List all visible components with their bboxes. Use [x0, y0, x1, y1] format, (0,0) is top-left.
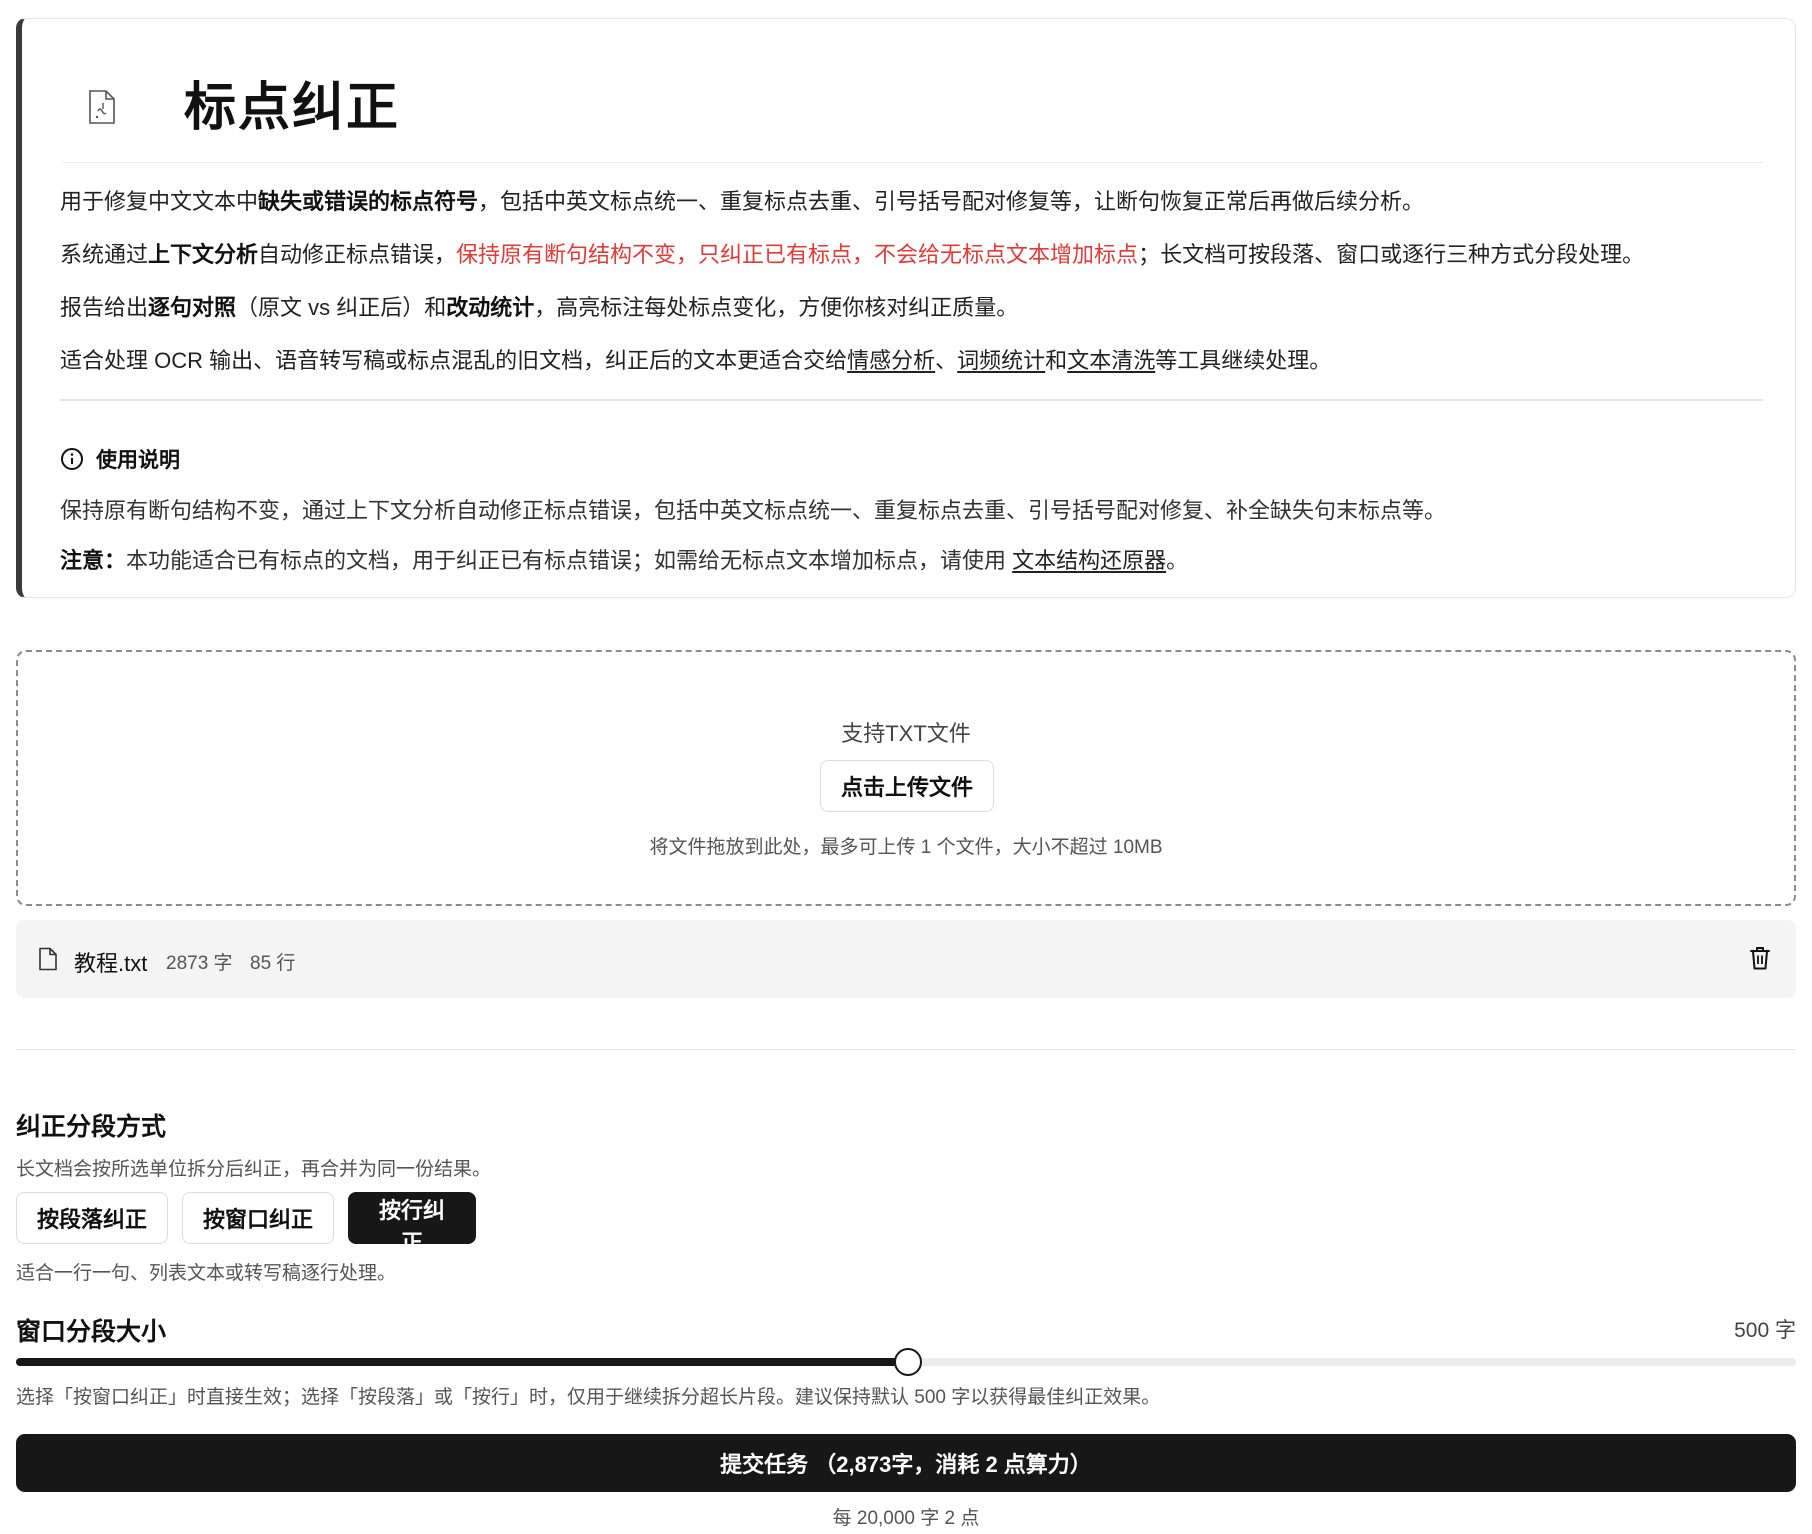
delete-file-button[interactable]: [1746, 944, 1774, 974]
note-text: 注意：本功能适合已有标点的文档，用于纠正已有标点错误；如需给无标点文本增加标点，…: [60, 548, 1189, 573]
intro-paragraph-4: 适合处理 OCR 输出、语音转写稿或标点混乱的旧文档，纠正后的文本更适合交给情感…: [60, 348, 1332, 373]
intro-paragraph-3: 报告给出逐句对照（原文 vs 纠正后）和改动统计，高亮标注每处标点变化，方便你核…: [60, 295, 1019, 320]
segmentation-options: 按段落纠正 按窗口纠正 按行纠正: [16, 1192, 476, 1255]
submit-task-button[interactable]: 提交任务 （2,873字，消耗 2 点算力）: [16, 1434, 1796, 1492]
warning-text: 保持原有断句结构不变，只纠正已有标点，不会给无标点文本增加标点: [456, 242, 1139, 267]
file-name: 教程.txt: [74, 951, 148, 976]
usage-text: 保持原有断句结构不变，通过上下文分析自动修正标点错误，包括中英文标点统一、重复标…: [60, 498, 1447, 523]
window-size-hint: 选择「按窗口纠正」时直接生效；选择「按段落」或「按行」时，仅用于继续拆分超长片段…: [16, 1387, 1161, 1408]
link-text-cleaning[interactable]: 文本清洗: [1067, 348, 1155, 373]
window-size-value: 500 字: [1734, 1319, 1796, 1342]
link-word-frequency[interactable]: 词频统计: [957, 348, 1045, 373]
page-title: 标点纠正: [184, 79, 401, 137]
file-dropzone[interactable]: 支持TXT文件 点击上传文件 将文件拖放到此处，最多可上传 1 个文件，大小不超…: [16, 650, 1796, 906]
usage-title: 使用说明: [60, 444, 180, 474]
price-note: 每 20,000 字 2 点: [832, 1508, 980, 1529]
file-icon: [39, 947, 57, 971]
section-divider: [16, 1049, 1796, 1050]
window-size-slider[interactable]: [16, 1348, 1796, 1376]
file-line-count: 85 行: [250, 953, 296, 974]
intro-card: 标点纠正 用于修复中文文本中缺失或错误的标点符号，包括中英文标点统一、重复标点去…: [16, 18, 1796, 598]
segment-by-window-button[interactable]: 按窗口纠正: [182, 1192, 334, 1244]
trash-icon: [1750, 946, 1770, 969]
document-icon: [89, 90, 115, 124]
info-icon: [61, 448, 83, 470]
intro-header: 标点纠正: [62, 59, 1763, 163]
segmentation-description: 长文档会按所选单位拆分后纠正，再合并为同一份结果。: [16, 1159, 492, 1180]
usage-title-label: 使用说明: [96, 449, 180, 472]
intro-paragraph-2: 系统通过上下文分析自动修正标点错误，保持原有断句结构不变，只纠正已有标点，不会给…: [60, 242, 1645, 267]
intro-paragraph-1: 用于修复中文文本中缺失或错误的标点符号，包括中英文标点统一、重复标点去重、引号括…: [60, 189, 1425, 214]
upload-limits: 将文件拖放到此处，最多可上传 1 个文件，大小不超过 10MB: [649, 837, 1163, 858]
segment-by-paragraph-button[interactable]: 按段落纠正: [16, 1192, 168, 1244]
link-text-structure-restorer[interactable]: 文本结构还原器: [1012, 548, 1166, 573]
file-char-count: 2873 字: [166, 953, 233, 974]
segmentation-title: 纠正分段方式: [16, 1113, 167, 1141]
slider-fill: [16, 1358, 908, 1366]
window-size-title: 窗口分段大小: [16, 1318, 167, 1346]
segmentation-hint: 适合一行一句、列表文本或转写稿逐行处理。: [16, 1263, 397, 1284]
intro-divider: [60, 399, 1763, 401]
link-sentiment-analysis[interactable]: 情感分析: [847, 348, 935, 373]
upload-file-button[interactable]: 点击上传文件: [820, 760, 994, 812]
uploaded-file-row: 教程.txt 2873 字 85 行: [16, 920, 1796, 998]
intro-body: 用于修复中文文本中缺失或错误的标点符号，包括中英文标点统一、重复标点去重、引号括…: [60, 187, 1763, 399]
upload-hint: 支持TXT文件: [841, 721, 971, 746]
slider-thumb[interactable]: [893, 1348, 922, 1376]
segment-by-line-button[interactable]: 按行纠正: [348, 1192, 476, 1255]
